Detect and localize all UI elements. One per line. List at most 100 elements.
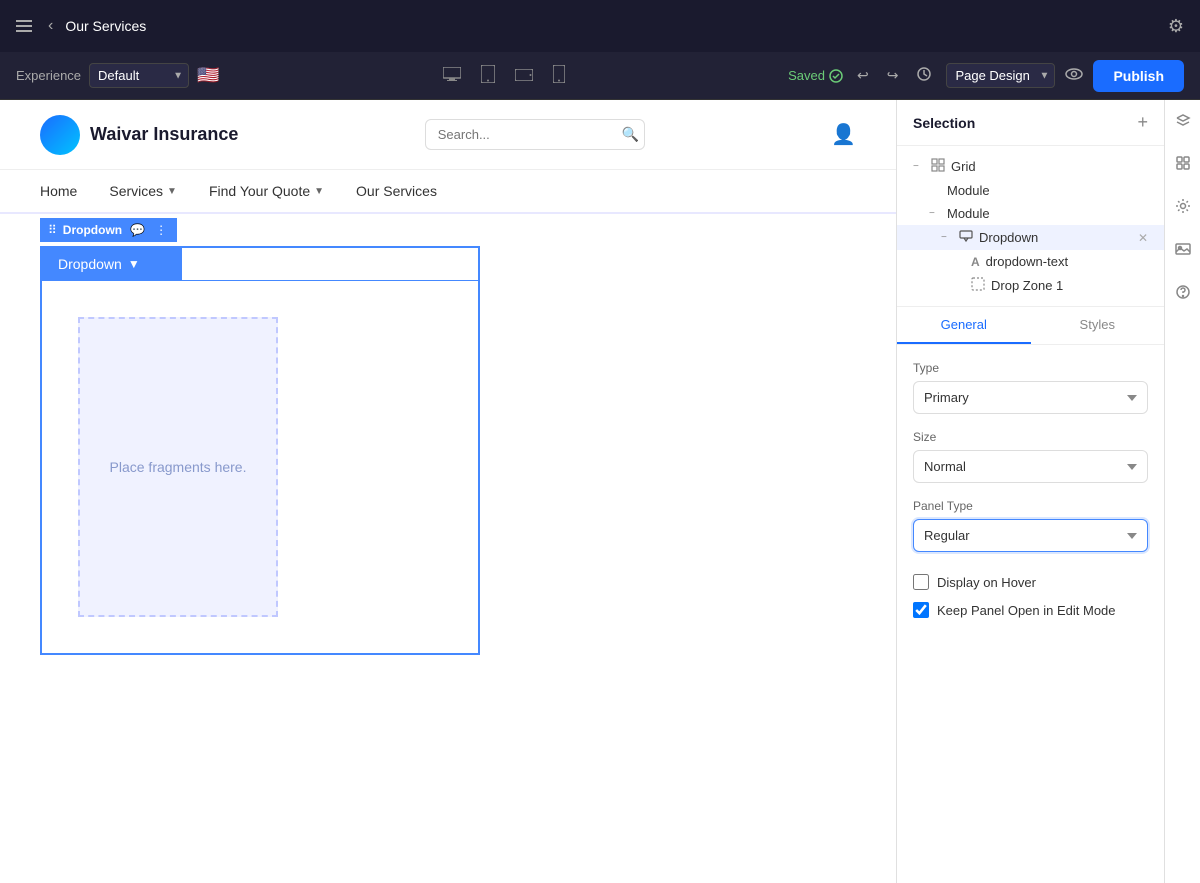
website-preview: Waivar Insurance 🔍 👤 Home Services ▼ Fin…: [0, 100, 896, 883]
site-logo: Waivar Insurance: [40, 115, 238, 155]
canvas-wrapper: Waivar Insurance 🔍 👤 Home Services ▼ Fin…: [0, 100, 896, 883]
panel-icon-settings[interactable]: [1171, 194, 1195, 223]
tree-item-module2[interactable]: − Module: [897, 202, 1164, 225]
publish-button[interactable]: Publish: [1093, 60, 1184, 92]
text-icon: A: [971, 255, 980, 269]
panel-type-select[interactable]: Regular Full Width Mega Menu: [913, 519, 1148, 552]
services-chevron-icon: ▼: [167, 186, 177, 197]
toolbar: Experience Default ▼ 🇺🇸 Saved ↩ ↪: [0, 52, 1200, 100]
desktop-view-btn[interactable]: [437, 63, 467, 88]
display-on-hover-checkbox[interactable]: [913, 574, 929, 590]
experience-select[interactable]: Default: [89, 63, 189, 88]
tree-item-grid[interactable]: − Grid: [897, 154, 1164, 179]
panel-icon-media[interactable]: [1171, 237, 1195, 266]
keep-panel-open-label[interactable]: Keep Panel Open in Edit Mode: [937, 603, 1116, 618]
search-icon: 🔍: [622, 126, 639, 143]
tree-label-dropdown: Dropdown: [979, 230, 1132, 245]
panel-icon-layers[interactable]: [1171, 108, 1195, 137]
dropdown-container: Dropdown ▼ Place fragments here.: [40, 246, 480, 655]
user-icon[interactable]: 👤: [831, 122, 856, 147]
panel-icon-components[interactable]: [1171, 151, 1195, 180]
grid-icon: [931, 158, 945, 175]
undo-button[interactable]: ↩: [853, 63, 873, 88]
mobile-h-view-btn[interactable]: [509, 64, 539, 88]
add-element-button[interactable]: +: [1137, 112, 1148, 133]
mobile-v-view-btn[interactable]: [547, 61, 571, 90]
tree-toggle-dropdown: −: [941, 232, 953, 243]
tree-label-grid: Grid: [951, 159, 1148, 174]
site-header: Waivar Insurance 🔍 👤: [0, 100, 896, 170]
search-box[interactable]: 🔍: [425, 119, 645, 150]
tab-general[interactable]: General: [897, 307, 1031, 344]
top-bar: ‹ Our Services ⚙: [0, 0, 1200, 52]
dropzone-icon: [971, 277, 985, 294]
nav-item-services[interactable]: Services ▼: [109, 183, 177, 199]
dropdown-trigger-button[interactable]: Dropdown ▼: [42, 248, 182, 280]
selection-header: Selection +: [897, 100, 1164, 146]
page-design-select[interactable]: Page Design: [946, 63, 1055, 88]
right-side: Selection + − Grid Mod: [896, 100, 1200, 883]
right-panel: Selection + − Grid Mod: [896, 100, 1164, 883]
dropdown-button-label: Dropdown: [58, 256, 122, 272]
tree-close-dropdown[interactable]: ✕: [1138, 231, 1148, 245]
redo-button[interactable]: ↪: [883, 63, 903, 88]
findquote-chevron-icon: ▼: [314, 186, 324, 197]
panel-tabs: General Styles: [897, 307, 1164, 345]
size-property: Size Small Normal Large: [913, 430, 1148, 483]
type-property: Type Primary Secondary Ghost: [913, 361, 1148, 414]
component-name-label: Dropdown: [63, 223, 122, 237]
flag-icon: 🇺🇸: [197, 65, 219, 86]
tree-toggle-module2: −: [929, 208, 941, 219]
properties-panel: Type Primary Secondary Ghost Size Small: [897, 345, 1164, 640]
dropdown-arrow-icon: ▼: [128, 257, 140, 271]
fragment-placeholder: Place fragments here.: [78, 317, 278, 617]
tree-label-module1: Module: [947, 183, 1148, 198]
saved-status: Saved: [788, 68, 843, 83]
component-chat-btn[interactable]: 💬: [128, 221, 147, 239]
tree-view: − Grid Module − Module: [897, 146, 1164, 307]
keep-panel-open-checkbox[interactable]: [913, 602, 929, 618]
display-on-hover-row: Display on Hover: [913, 568, 1148, 596]
logo-icon: [40, 115, 80, 155]
right-panel-icons: [1164, 100, 1200, 883]
size-select[interactable]: Small Normal Large: [913, 450, 1148, 483]
panel-type-label: Panel Type: [913, 499, 1148, 513]
top-bar-left: ‹ Our Services: [16, 16, 146, 36]
selection-title: Selection: [913, 115, 975, 131]
tree-label-module2: Module: [947, 206, 1148, 221]
tree-item-dropdown-text[interactable]: A dropdown-text: [897, 250, 1164, 273]
component-toolbar: ⠿ Dropdown 💬 ⋮: [40, 218, 177, 242]
component-more-btn[interactable]: ⋮: [153, 221, 169, 239]
tree-item-dropdown[interactable]: − Dropdown ✕: [897, 225, 1164, 250]
fragment-placeholder-text: Place fragments here.: [110, 459, 247, 475]
nav-item-home[interactable]: Home: [40, 183, 77, 199]
toolbar-left: Experience Default ▼ 🇺🇸: [16, 63, 219, 88]
search-input[interactable]: [438, 127, 614, 142]
tablet-view-btn[interactable]: [475, 61, 501, 90]
panel-icon-help[interactable]: [1171, 280, 1195, 309]
type-select[interactable]: Primary Secondary Ghost: [913, 381, 1148, 414]
history-button[interactable]: [912, 62, 936, 89]
tree-item-dropzone[interactable]: Drop Zone 1: [897, 273, 1164, 298]
settings-icon[interactable]: ⚙: [1168, 16, 1184, 37]
tree-item-module1[interactable]: Module: [897, 179, 1164, 202]
page-title: Our Services: [65, 18, 146, 34]
toolbar-center: [437, 61, 571, 90]
toolbar-right: Saved ↩ ↪ Page Design ▼ Publish: [788, 60, 1184, 92]
dropdown-panel: Place fragments here.: [42, 280, 478, 653]
preview-button[interactable]: [1065, 67, 1083, 85]
sidebar-toggle-icon[interactable]: [16, 16, 36, 36]
tree-label-dropzone: Drop Zone 1: [991, 278, 1148, 293]
site-name: Waivar Insurance: [90, 124, 238, 145]
dropdown-tree-icon: [959, 229, 973, 246]
tree-label-dropdown-text: dropdown-text: [986, 254, 1148, 269]
tab-styles[interactable]: Styles: [1031, 307, 1165, 344]
nav-item-findquote[interactable]: Find Your Quote ▼: [209, 183, 324, 199]
nav-menu: Home Services ▼ Find Your Quote ▼ Our Se…: [0, 170, 896, 214]
display-on-hover-label[interactable]: Display on Hover: [937, 575, 1036, 590]
nav-item-ourservices[interactable]: Our Services: [356, 183, 437, 199]
panel-type-property: Panel Type Regular Full Width Mega Menu: [913, 499, 1148, 552]
keep-panel-open-row: Keep Panel Open in Edit Mode: [913, 596, 1148, 624]
drag-handle-icon[interactable]: ⠿: [48, 223, 57, 237]
back-icon[interactable]: ‹: [48, 17, 53, 35]
